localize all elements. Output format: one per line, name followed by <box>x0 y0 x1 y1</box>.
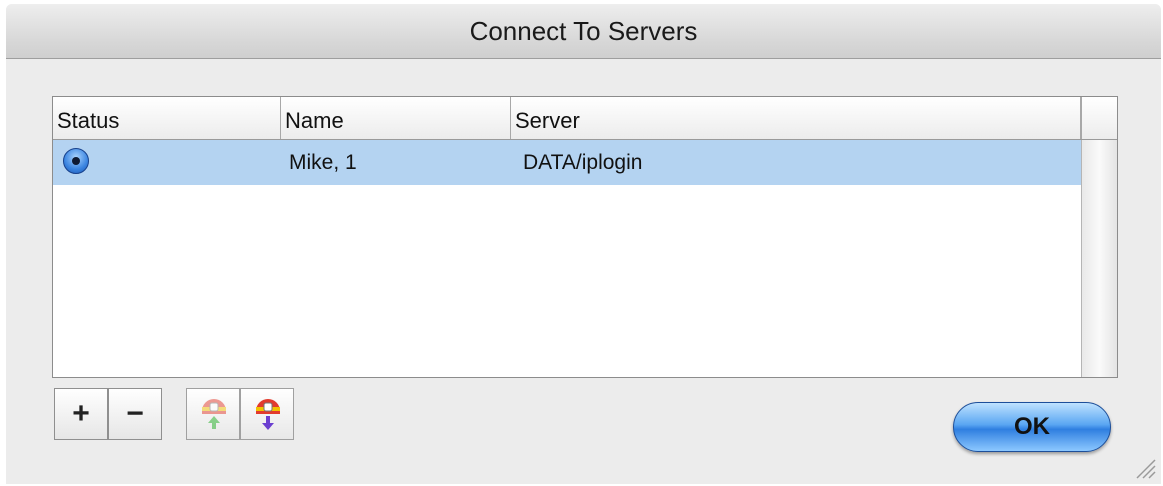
column-header-status[interactable]: Status <box>53 97 281 139</box>
move-up-button[interactable] <box>186 388 240 440</box>
status-radio-icon[interactable] <box>63 148 89 174</box>
table-header: Status Name Server <box>53 97 1117 140</box>
connect-to-servers-dialog: Connect To Servers Status Name Server Mi… <box>6 4 1161 484</box>
servers-table: Status Name Server Mike, 1 DATA/iplogin <box>52 96 1118 378</box>
vertical-scrollbar[interactable] <box>1081 140 1117 377</box>
column-header-server[interactable]: Server <box>511 97 1081 139</box>
add-server-button[interactable]: + <box>54 388 108 440</box>
window-title: Connect To Servers <box>6 4 1161 59</box>
move-down-button[interactable] <box>240 388 294 440</box>
remove-server-button[interactable]: − <box>108 388 162 440</box>
row-server: DATA/iplogin <box>523 151 643 174</box>
resize-grip-icon[interactable] <box>1131 454 1157 480</box>
row-name: Mike, 1 <box>289 151 357 174</box>
move-down-icon <box>256 399 280 430</box>
ok-button[interactable]: OK <box>953 402 1111 452</box>
column-header-corner <box>1081 97 1117 139</box>
column-header-name[interactable]: Name <box>281 97 511 139</box>
move-up-icon <box>202 399 226 429</box>
table-row[interactable]: Mike, 1 DATA/iplogin <box>53 140 1081 185</box>
